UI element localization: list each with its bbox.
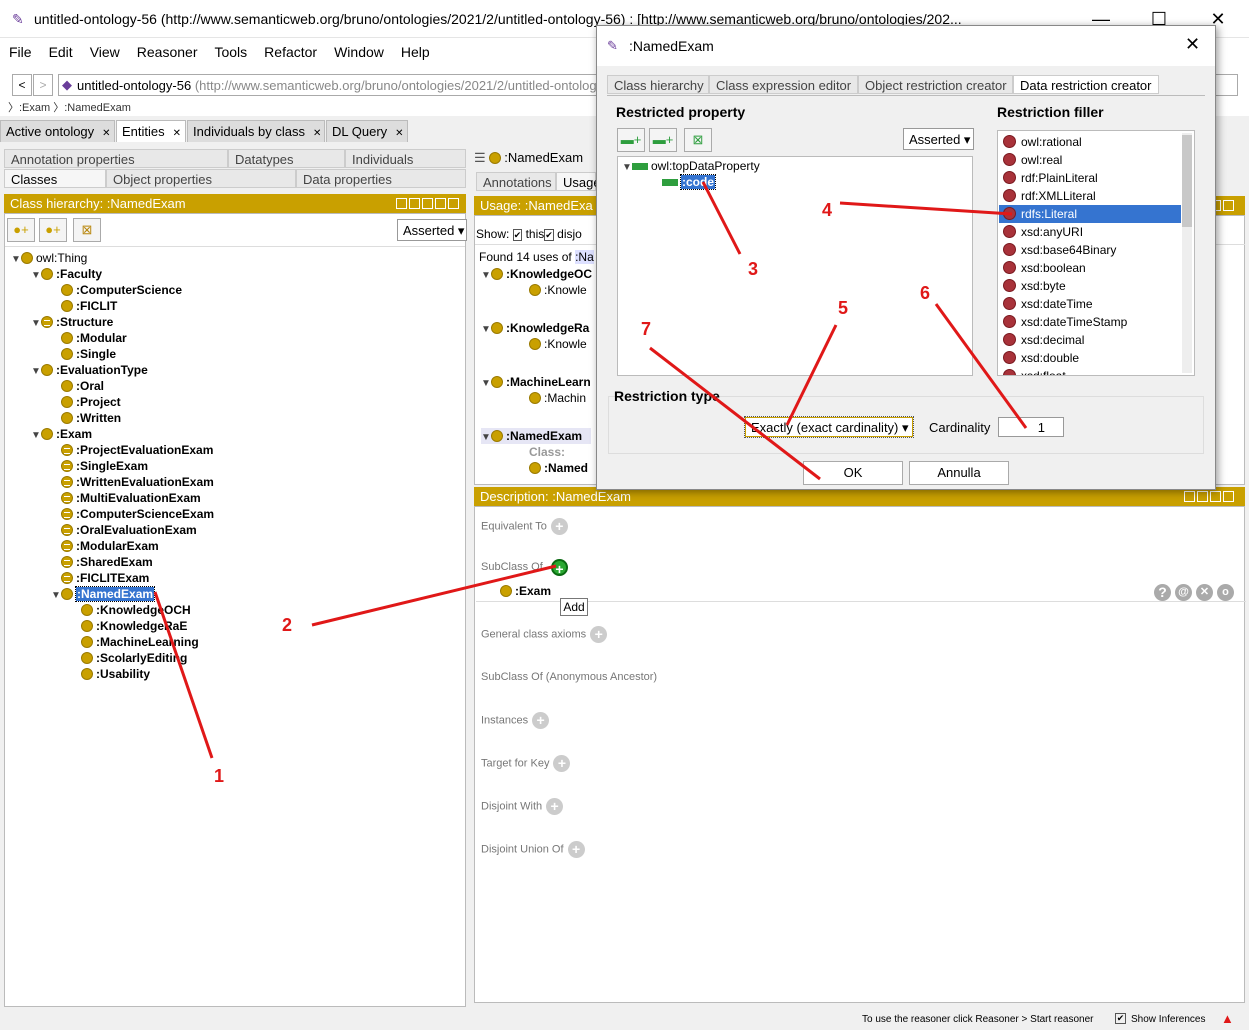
annotation-overlay	[153, 181, 1028, 759]
annotation-arrow-1	[153, 591, 214, 759]
annotation-arrow-3	[701, 181, 742, 255]
show-inferences-label: Show Inferences	[1131, 1014, 1206, 1025]
annotation-arrow-7	[649, 346, 821, 481]
annotation-1: 1	[214, 766, 225, 786]
annotation-3: 3	[748, 259, 759, 279]
annotation-arrow-4	[839, 201, 1013, 216]
annotation-arrow-5	[785, 324, 838, 426]
annotation-4: 4	[822, 200, 833, 220]
show-inferences-checkbox[interactable]: ✔	[1115, 1013, 1126, 1024]
annotation-2: 2	[282, 615, 293, 635]
annotation-6: 6	[920, 283, 931, 303]
annotation-7: 7	[641, 319, 652, 339]
annotation-arrow-2	[311, 564, 557, 627]
status-text: To use the reasoner click Reasoner > Sta…	[862, 1014, 1094, 1025]
status-bar: To use the reasoner click Reasoner > Sta…	[0, 1010, 1249, 1030]
annotation-arrow-6	[934, 303, 1028, 429]
warning-icon[interactable]: ▲	[1221, 1011, 1234, 1026]
annotation-5: 5	[838, 298, 849, 318]
